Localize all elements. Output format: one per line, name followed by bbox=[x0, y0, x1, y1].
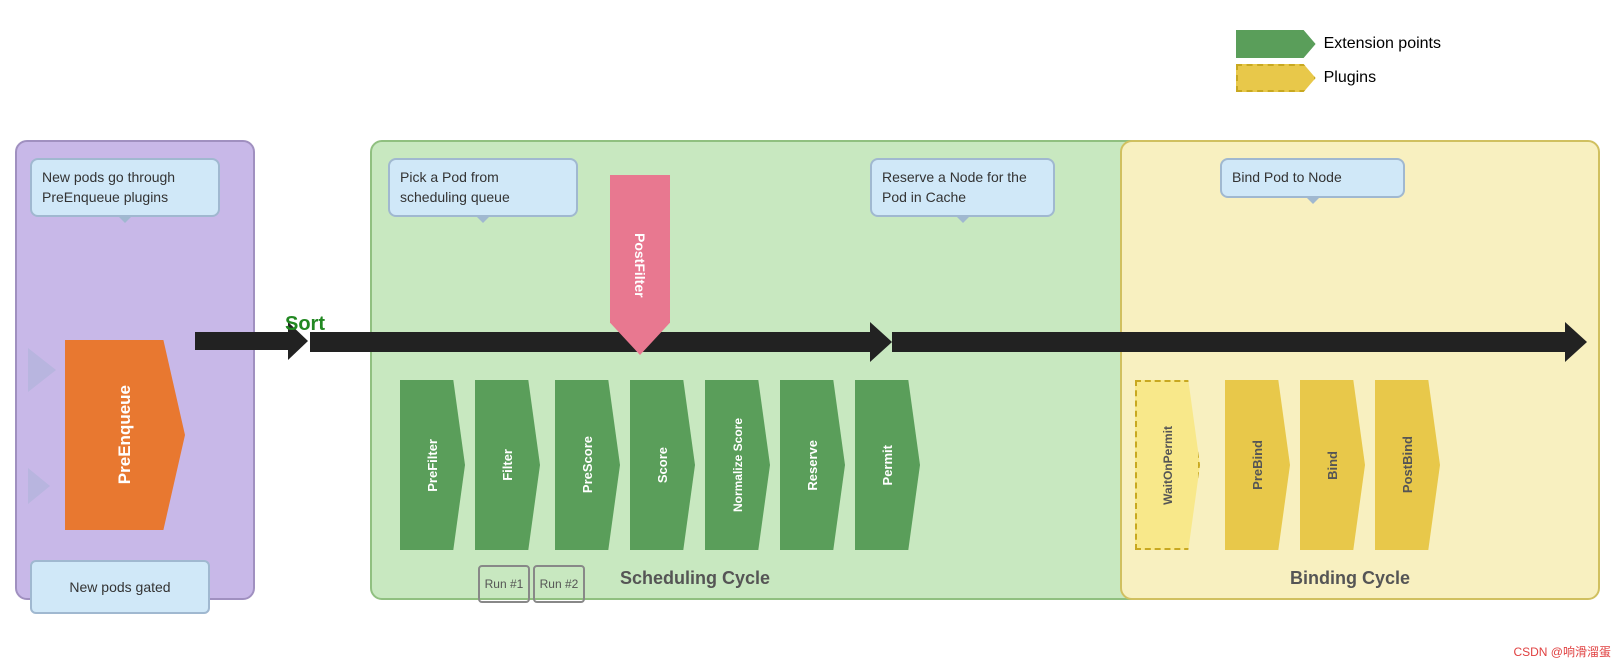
preenqueue-arrow: PreEnqueue bbox=[65, 340, 185, 530]
gated-box: New pods gated bbox=[30, 560, 210, 614]
pick-pod-bubble: Pick a Pod from scheduling queue bbox=[388, 158, 578, 217]
main-scheduling-arrow bbox=[310, 332, 880, 352]
preenqueue-bubble: New pods go through PreEnqueue plugins bbox=[30, 158, 220, 217]
arrow-preenqueue-out bbox=[195, 332, 295, 350]
score-arrow: Score bbox=[630, 380, 695, 550]
bind-pod-bubble: Bind Pod to Node bbox=[1220, 158, 1405, 198]
reserve-node-bubble: Reserve a Node for the Pod in Cache bbox=[870, 158, 1055, 217]
triangle-in-1 bbox=[28, 348, 56, 392]
filter-arrow: Filter bbox=[475, 380, 540, 550]
binding-cycle-label: Binding Cycle bbox=[1290, 568, 1410, 589]
waitonpermit-arrow: WaitOnPermit bbox=[1135, 380, 1200, 550]
watermark: CSDN @响滑溜蛋 bbox=[1513, 643, 1611, 660]
postbind-arrow: PostBind bbox=[1375, 380, 1440, 550]
permit-arrow: Permit bbox=[855, 380, 920, 550]
legend-extension-label: Extension points bbox=[1324, 35, 1441, 53]
section-binding bbox=[1120, 140, 1600, 600]
diagram-container: Extension points Plugins New pods go thr… bbox=[0, 0, 1621, 668]
run1-box: Run #1 bbox=[478, 565, 530, 603]
arrowhead-scheduling-end bbox=[870, 322, 892, 362]
prefilter-arrow: PreFilter bbox=[400, 380, 465, 550]
postfilter-arrow: PostFilter bbox=[610, 175, 670, 355]
bind-arrow: Bind bbox=[1300, 380, 1365, 550]
legend-green-arrow bbox=[1236, 30, 1316, 58]
legend: Extension points Plugins bbox=[1236, 30, 1441, 92]
run2-box: Run #2 bbox=[533, 565, 585, 603]
prebind-arrow: PreBind bbox=[1225, 380, 1290, 550]
triangle-in-2 bbox=[28, 468, 50, 504]
arrowhead-binding-end bbox=[1565, 322, 1587, 362]
reserve-arrow: Reserve bbox=[780, 380, 845, 550]
postfilter-label: PostFilter bbox=[632, 233, 648, 298]
scheduling-cycle-label: Scheduling Cycle bbox=[620, 568, 770, 589]
legend-plugins-label: Plugins bbox=[1324, 69, 1376, 87]
legend-extension-points: Extension points bbox=[1236, 30, 1441, 58]
main-binding-arrow bbox=[892, 332, 1572, 352]
prescore-arrow: PreScore bbox=[555, 380, 620, 550]
preenqueue-label: PreEnqueue bbox=[115, 385, 135, 484]
normalize-score-arrow: Normalize Score bbox=[705, 380, 770, 550]
legend-plugins: Plugins bbox=[1236, 64, 1441, 92]
legend-yellow-arrow bbox=[1236, 64, 1316, 92]
